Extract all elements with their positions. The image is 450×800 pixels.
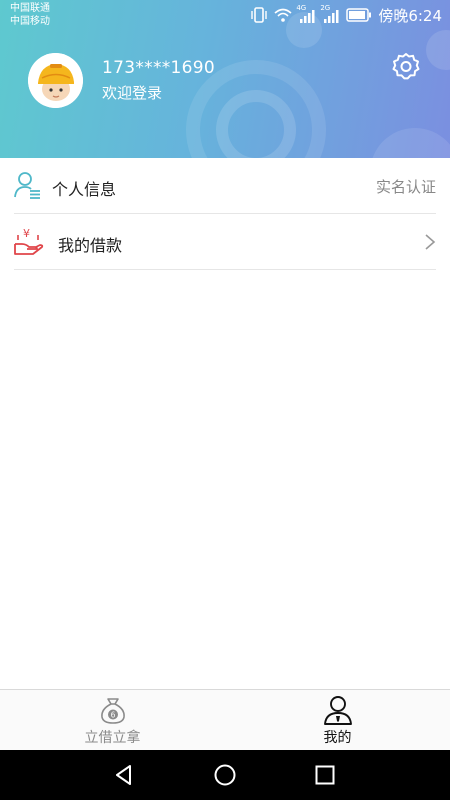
decor-circle xyxy=(370,128,450,158)
tab-label: 我的 xyxy=(323,730,352,746)
tab-label: 立借立拿 xyxy=(84,730,141,746)
phone-number: 173****1690 xyxy=(102,58,216,78)
system-nav-bar xyxy=(0,750,450,800)
svg-text:6: 6 xyxy=(110,711,115,720)
wifi-icon xyxy=(274,8,292,23)
welcome-login-link[interactable]: 欢迎登录 xyxy=(102,82,162,103)
clock: 傍晚6:24 xyxy=(378,6,442,25)
recents-button[interactable] xyxy=(312,762,338,788)
gear-icon xyxy=(392,53,420,80)
tab-borrow[interactable]: 6 立借立拿 xyxy=(0,690,225,751)
bottom-tab-bar: 6 立借立拿 我的 xyxy=(0,689,450,750)
carrier-info: 中国联通 中国移动 xyxy=(10,2,50,28)
vibrate-icon xyxy=(250,7,268,23)
battery-icon xyxy=(346,8,372,22)
real-name-auth-status: 实名认证 xyxy=(375,178,436,196)
menu-item-my-loans[interactable]: ¥ 我的借款 xyxy=(14,214,436,270)
money-bag-icon: 6 xyxy=(98,695,128,725)
recents-square-icon xyxy=(315,765,335,785)
menu-item-label: 个人信息 xyxy=(52,180,117,199)
chevron-right-icon xyxy=(424,233,436,251)
back-triangle-icon xyxy=(116,765,131,785)
home-button[interactable] xyxy=(212,762,238,788)
avatar[interactable] xyxy=(28,53,83,108)
profile-header: 中国联通 中国移动 4G 2G 傍晚6:24 173****1690 欢迎登录 xyxy=(0,0,450,158)
signal-4g-icon: 4G xyxy=(296,4,316,23)
user-info-icon xyxy=(14,170,42,200)
status-icons: 4G 2G 傍晚6:24 xyxy=(250,4,442,26)
signal-label: 2G xyxy=(320,3,331,12)
user-icon xyxy=(323,695,353,725)
menu-item-personal-info[interactable]: 个人信息 实名认证 xyxy=(14,158,436,214)
carrier-name: 中国移动 xyxy=(10,16,50,27)
menu-item-label: 我的借款 xyxy=(58,236,123,255)
status-bar: 中国联通 中国移动 4G 2G 傍晚6:24 xyxy=(0,0,450,30)
carrier-name: 中国联通 xyxy=(10,3,50,14)
loan-hand-icon: ¥ xyxy=(14,226,44,256)
signal-2g-icon: 2G xyxy=(320,4,340,23)
back-button[interactable] xyxy=(111,762,137,788)
settings-button[interactable] xyxy=(392,52,420,80)
signal-label: 4G xyxy=(296,3,307,12)
profile-menu: 个人信息 实名认证 ¥ 我的借款 xyxy=(0,158,450,270)
svg-text:¥: ¥ xyxy=(23,227,30,240)
decor-circle xyxy=(426,30,450,70)
tab-mine[interactable]: 我的 xyxy=(225,690,450,751)
avatar-icon xyxy=(28,53,83,108)
home-circle-icon xyxy=(214,764,236,786)
